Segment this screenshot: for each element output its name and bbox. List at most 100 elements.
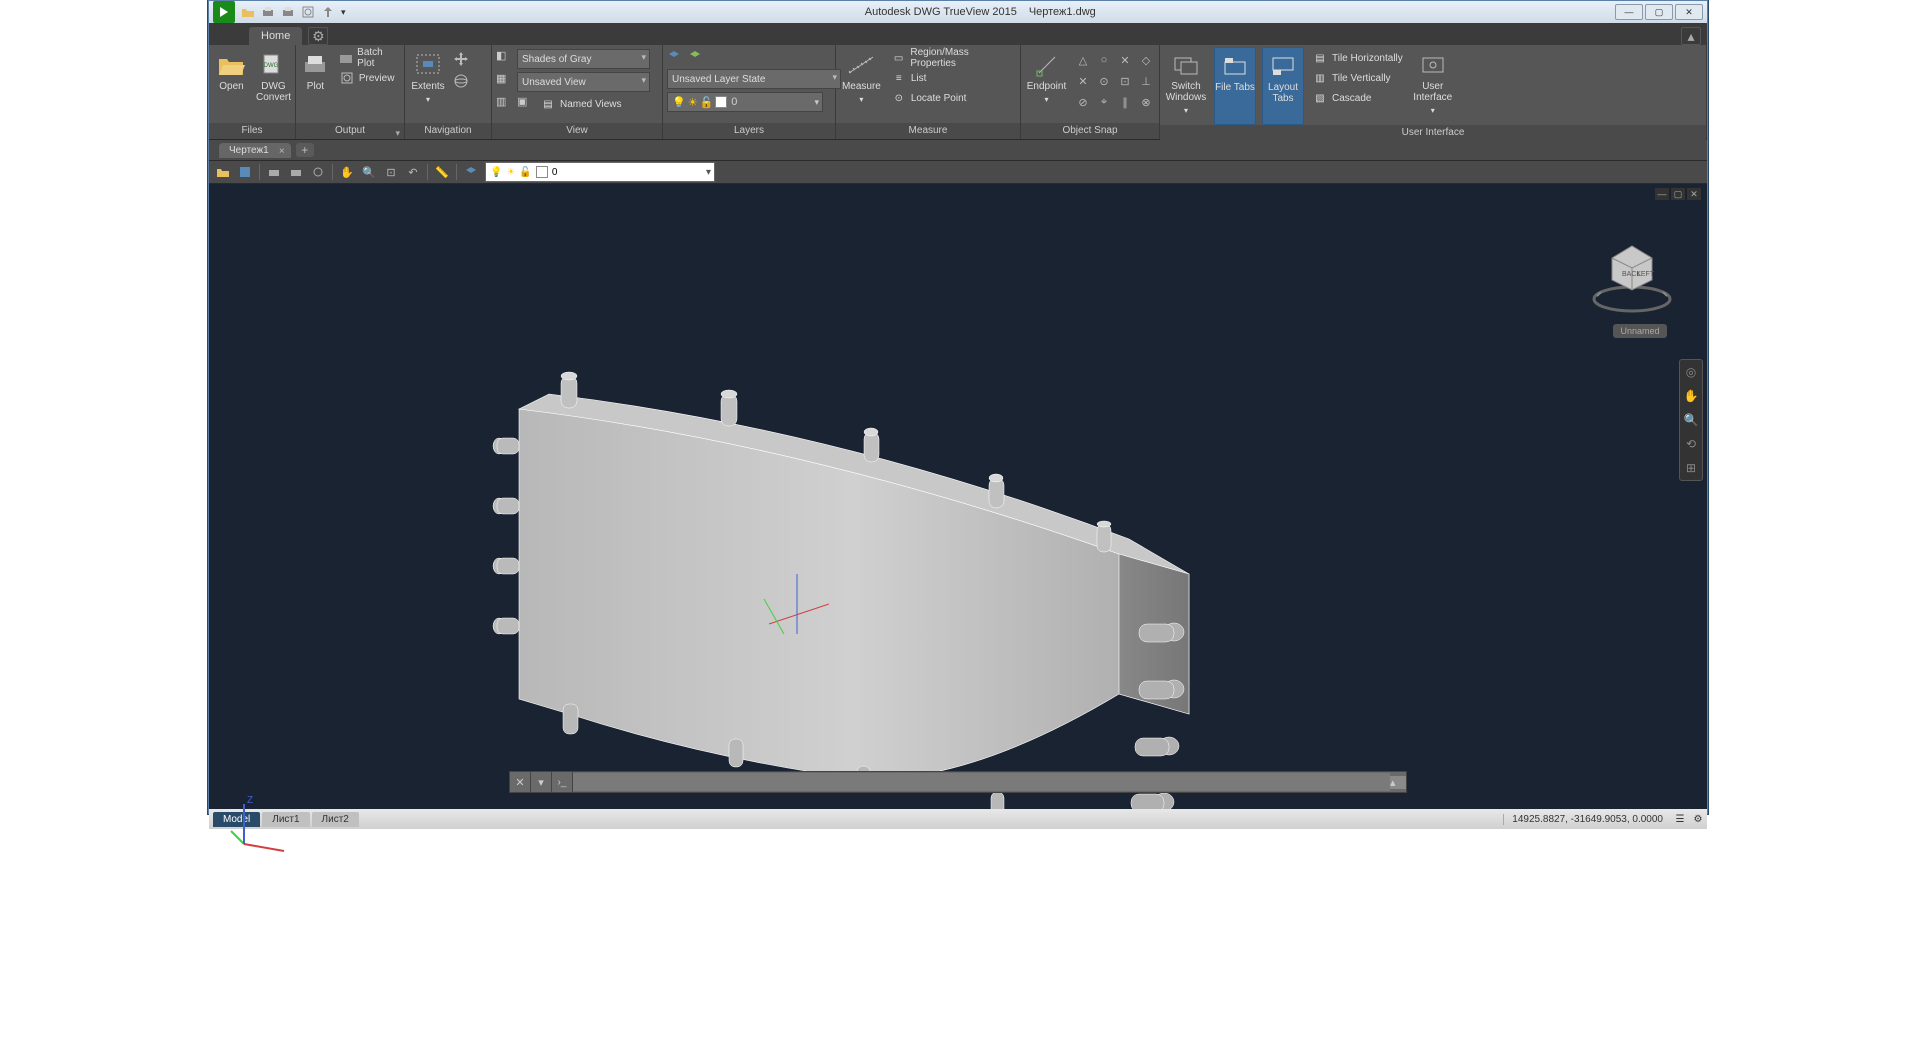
layer-states-icon[interactable] <box>667 49 685 66</box>
plot-button[interactable]: Plot <box>300 47 331 123</box>
osnap-parallel-icon[interactable]: ∥ <box>1116 93 1134 111</box>
publish-icon[interactable] <box>321 5 335 19</box>
new-tab-button[interactable]: + <box>296 143 314 157</box>
cmd-customize-icon[interactable]: ▾ <box>531 772 552 792</box>
window-title: Autodesk DWG TrueView 2015Чертеж1.dwg <box>346 6 1615 18</box>
tb-preview-icon[interactable] <box>310 164 326 180</box>
join-viewport-icon[interactable]: ▣ <box>517 95 535 113</box>
layer-combo[interactable]: 💡☀🔓 0 ▾ <box>667 92 823 112</box>
cmd-close-icon[interactable]: ✕ <box>510 772 531 792</box>
layer-state-combo[interactable]: Unsaved Layer State <box>667 69 841 89</box>
region-button[interactable]: ▭Region/Mass Properties <box>889 49 1016 67</box>
view-icon[interactable]: ▦ <box>496 72 514 92</box>
osnap-center-icon[interactable]: ○ <box>1095 51 1113 69</box>
open-button[interactable]: Open <box>213 47 250 123</box>
drawing-canvas <box>209 184 1707 809</box>
pan-icon[interactable] <box>453 51 471 69</box>
close-button[interactable]: ✕ <box>1675 4 1703 20</box>
drawing-viewport[interactable]: — ▢ ✕ BACK LEFT Unnamed ◎ ✋ 🔍 ⟲ <box>209 184 1707 809</box>
tb-zoom-prev-icon[interactable]: ↶ <box>405 164 421 180</box>
nav-pan-icon[interactable]: ✋ <box>1683 388 1699 404</box>
tb-layer-combo[interactable]: 💡☀🔓 0 <box>485 162 715 182</box>
viewport-config-icon[interactable]: ▥ <box>496 95 514 113</box>
tb-layer-props-icon[interactable] <box>463 164 479 180</box>
tab-home[interactable]: Home <box>249 27 302 45</box>
named-views-button[interactable]: ▤Named Views <box>538 95 624 113</box>
list-button[interactable]: ≡List <box>889 69 1016 87</box>
status-annotation-icon[interactable]: ⚙ <box>1689 811 1707 827</box>
extents-button[interactable]: Extents▾ <box>409 47 447 123</box>
app-logo[interactable] <box>213 1 235 23</box>
cmd-history-icon[interactable]: ▴ <box>1390 776 1406 789</box>
locate-point-button[interactable]: ⊙Locate Point <box>889 89 1016 107</box>
osnap-perpendicular-icon[interactable]: ⊥ <box>1137 72 1155 90</box>
nav-zoom-icon[interactable]: 🔍 <box>1683 412 1699 428</box>
osnap-node-icon[interactable]: ✕ <box>1116 51 1134 69</box>
document-tab-1[interactable]: Чертеж1× <box>219 143 291 158</box>
visual-style-combo[interactable]: Shades of Gray <box>517 49 650 69</box>
tb-open-icon[interactable] <box>215 164 231 180</box>
panel-label-measure: Measure <box>836 123 1020 139</box>
osnap-intersection-icon[interactable]: ✕ <box>1074 72 1092 90</box>
minimize-button[interactable]: — <box>1615 4 1643 20</box>
tb-measure-icon[interactable]: 📏 <box>434 164 450 180</box>
close-tab-icon[interactable]: × <box>279 146 285 157</box>
print-preview-icon[interactable] <box>301 5 315 19</box>
tb-zoom-window-icon[interactable]: ⊡ <box>383 164 399 180</box>
vp-close-icon[interactable]: ✕ <box>1687 188 1701 200</box>
command-line: ✕ ▾ ›_ ▴ <box>509 771 1407 793</box>
layer-filter-icon[interactable] <box>688 49 706 66</box>
file-tabs-button[interactable]: File Tabs <box>1214 47 1256 125</box>
osnap-nearest-icon[interactable]: ⌖ <box>1095 93 1113 111</box>
vp-minimize-icon[interactable]: — <box>1655 188 1669 200</box>
cmd-prompt-icon: ›_ <box>552 772 573 792</box>
tb-zoom-icon[interactable]: 🔍 <box>361 164 377 180</box>
view-cube[interactable]: BACK LEFT <box>1587 224 1677 314</box>
osnap-insertion-icon[interactable]: ⊡ <box>1116 72 1134 90</box>
dwg-convert-button[interactable]: DWG DWG Convert <box>256 47 291 123</box>
visual-style-icon[interactable]: ◧ <box>496 49 514 69</box>
maximize-button[interactable]: ▢ <box>1645 4 1673 20</box>
app-menu-button[interactable] <box>217 25 247 45</box>
measure-button[interactable]: Measure▾ <box>840 47 883 123</box>
tb-save-icon[interactable] <box>237 164 253 180</box>
panel-label-navigation: Navigation <box>405 123 491 139</box>
osnap-none-icon[interactable]: ⊗ <box>1137 93 1155 111</box>
tb-print-icon[interactable] <box>266 164 282 180</box>
print-icon[interactable] <box>261 5 275 19</box>
plugins-tab-icon[interactable]: ⚙ <box>308 27 328 45</box>
switch-windows-button[interactable]: Switch Windows▾ <box>1164 47 1208 123</box>
osnap-quadrant-icon[interactable]: ◇ <box>1137 51 1155 69</box>
saved-view-combo[interactable]: Unsaved View <box>517 72 650 92</box>
nav-wheel-icon[interactable]: ◎ <box>1683 364 1699 380</box>
panel-osnap: Endpoint▾ △ ○ ✕ ◇ ✕ ⊙ ⊡ ⊥ ⊘ ⌖ ∥ ⊗ Object <box>1021 45 1160 139</box>
preview-button[interactable]: Preview <box>337 69 400 87</box>
tb-pan-icon[interactable]: ✋ <box>339 164 355 180</box>
endpoint-button[interactable]: Endpoint▾ <box>1025 47 1068 123</box>
nav-rewind-icon[interactable]: ⊞ <box>1683 460 1699 476</box>
command-input[interactable] <box>573 773 1390 791</box>
orbit-icon[interactable] <box>453 73 471 91</box>
vp-maximize-icon[interactable]: ▢ <box>1671 188 1685 200</box>
status-customize-icon[interactable]: ☰ <box>1671 811 1689 827</box>
panel-output: Plot Batch Plot Preview Output▾ <box>296 45 405 139</box>
user-interface-button[interactable]: User Interface▾ <box>1411 47 1455 123</box>
tile-vertical-button[interactable]: ▥Tile Vertically <box>1310 69 1405 87</box>
print-icon-2[interactable] <box>281 5 295 19</box>
batch-plot-button[interactable]: Batch Plot <box>337 49 400 67</box>
tb-print2-icon[interactable] <box>288 164 304 180</box>
osnap-tangent-icon[interactable]: ⊘ <box>1074 93 1092 111</box>
ribbon-minimize-icon[interactable]: ▴ <box>1681 27 1701 45</box>
layout-tabs-button[interactable]: Layout Tabs <box>1262 47 1304 125</box>
panel-measure: Measure▾ ▭Region/Mass Properties ≡List ⊙… <box>836 45 1021 139</box>
osnap-midpoint-icon[interactable]: △ <box>1074 51 1092 69</box>
tile-horizontal-button[interactable]: ▤Tile Horizontally <box>1310 49 1405 67</box>
viewport-window-controls: — ▢ ✕ <box>1655 188 1701 200</box>
panel-label-ui: User Interface <box>1160 125 1706 141</box>
nav-orbit-icon[interactable]: ⟲ <box>1683 436 1699 452</box>
layout-tab-2[interactable]: Лист2 <box>312 812 359 827</box>
viewcube-label[interactable]: Unnamed <box>1613 324 1667 338</box>
open-folder-icon[interactable] <box>241 5 255 19</box>
osnap-extension-icon[interactable]: ⊙ <box>1095 72 1113 90</box>
cascade-button[interactable]: ▧Cascade <box>1310 89 1405 107</box>
